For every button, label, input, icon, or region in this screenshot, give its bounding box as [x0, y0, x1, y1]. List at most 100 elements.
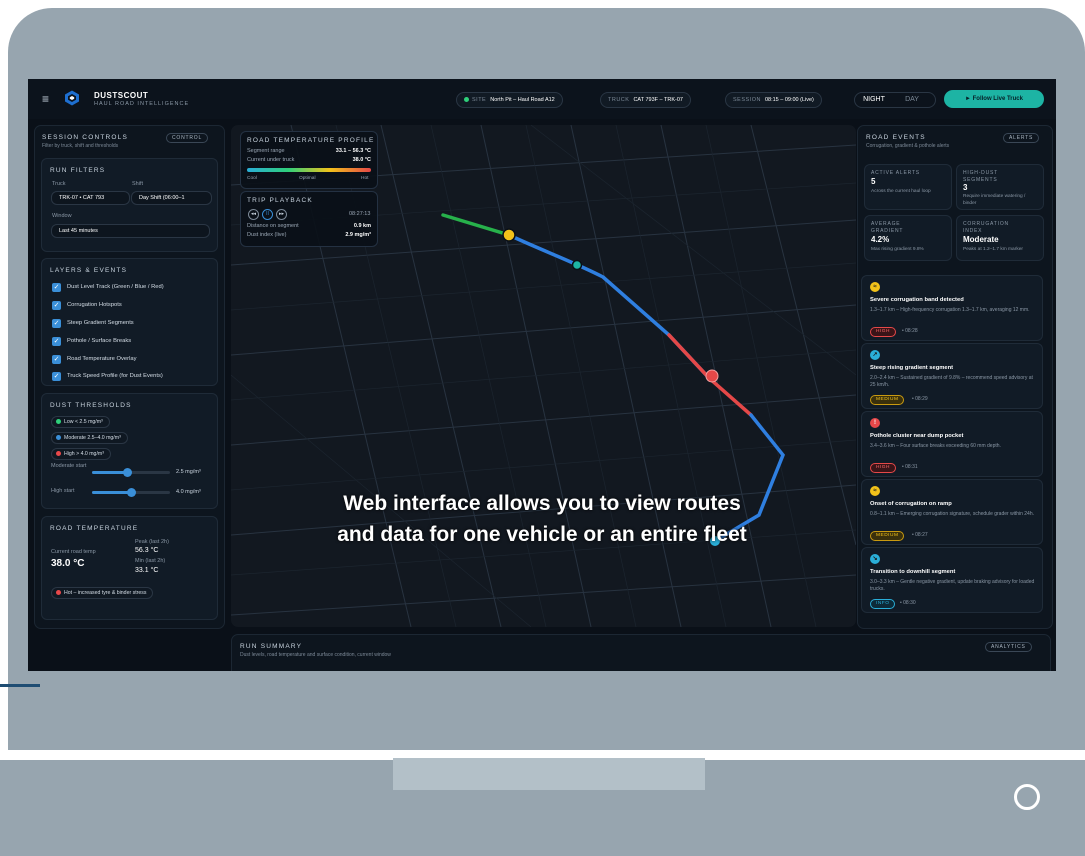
event-time: • 08:31 — [902, 464, 918, 470]
monitor-stand — [393, 758, 705, 790]
session-controls-panel: SESSION CONTROLS CONTROL Filter by truck… — [34, 125, 225, 629]
distance-label: Distance on segment — [247, 223, 299, 229]
dust-chip-high[interactable]: High > 4.0 mg/m³ — [51, 448, 111, 460]
event-title: Steep rising gradient segment — [870, 365, 954, 371]
desk-edge — [0, 684, 40, 687]
dust-chip-low-label: Low < 2.5 mg/m³ — [64, 419, 103, 425]
site-key: SITE — [472, 97, 487, 103]
layer-checkbox-temperature[interactable]: ✓ — [52, 355, 61, 364]
stat-average-gradient: AVERAGE GRADIENT 4.2% Max rising gradien… — [864, 215, 952, 261]
truck-pill[interactable]: TRUCK CAT 793F – TRK-07 — [600, 92, 691, 108]
app-screen: ≡ DUSTSCOUT HAUL ROAD INTELLIGENCE SITE N… — [28, 79, 1056, 671]
layer-label-dust: Dust Level Track (Green / Blue / Red) — [67, 284, 164, 290]
route-segment-green — [441, 213, 511, 237]
dustscout-logo-icon — [65, 90, 79, 106]
session-controls-title: SESSION CONTROLS — [42, 134, 129, 141]
severity-badge: MEDIUM — [870, 395, 905, 405]
truck-select[interactable]: TRK-07 • CAT 793 — [51, 191, 130, 205]
segment-range-label: Segment range — [247, 148, 285, 154]
playback-time: 08:27:13 — [349, 211, 371, 217]
stat-active-alerts-value: 5 — [871, 177, 876, 186]
layer-label-pothole: Pothole / Surface Breaks — [67, 338, 132, 344]
analytics-tag[interactable]: ANALYTICS — [985, 642, 1032, 652]
run-summary-panel: RUN SUMMARY ANALYTICS Dust levels, road … — [231, 634, 1051, 671]
stat-average-gradient-value: 4.2% — [871, 235, 890, 244]
site-pill[interactable]: SITE North Pit – Haul Road A12 — [456, 92, 563, 108]
event-time: • 08:30 — [900, 600, 916, 606]
dust-index-label: Dust index (live) — [247, 232, 287, 238]
dust-index-value: 2.9 mg/m³ — [345, 232, 371, 238]
caption-line-1: Web interface allows you to view routes — [343, 492, 741, 515]
caption-line-2: and data for one vehicle or an entire fl… — [337, 523, 747, 546]
current-under-truck-label: Current under truck — [247, 157, 295, 163]
event-card-rising-gradient[interactable]: ↗ Steep rising gradient segment 2.0–2.4 … — [861, 343, 1043, 409]
event-card-downhill-transition[interactable]: ↘ Transition to downhill segment 3.0–3.3… — [861, 547, 1043, 613]
app-name: DUSTSCOUT — [94, 91, 149, 100]
power-icon — [1014, 784, 1040, 810]
gradient-down-icon: ↘ — [870, 554, 880, 564]
severity-badge: HIGH — [870, 327, 896, 337]
live-truck-marker-icon[interactable] — [571, 259, 583, 271]
road-events-title: ROAD EVENTS — [866, 134, 926, 141]
window-select[interactable]: Last 45 minutes — [51, 224, 210, 238]
blue-dot-icon — [56, 435, 61, 441]
layers-card: LAYERS & EVENTS ✓ Dust Level Track (Green… — [41, 258, 218, 386]
layer-label-speed: Truck Speed Profile (for Dust Events) — [67, 373, 163, 379]
layer-checkbox-corrugation[interactable]: ✓ — [52, 301, 61, 310]
moderate-start-handle[interactable] — [123, 468, 132, 477]
pothole-marker-icon[interactable] — [705, 369, 719, 383]
event-card-pothole-cluster[interactable]: ! Pothole cluster near dump pocket 3.4–3… — [861, 411, 1043, 477]
stat-corrugation-index: CORRUGATION INDEX Moderate Peaks at 1.2–… — [956, 215, 1044, 261]
road-events-subtitle: Corrugation, gradient & pothole alerts — [866, 143, 950, 149]
trip-playback-overlay: TRIP PLAYBACK ◂◂ II ▸▸ 08:27:13 Distance… — [240, 191, 378, 247]
red-dot-icon — [56, 451, 61, 457]
shift-label: Shift — [132, 181, 144, 187]
layer-checkbox-gradient[interactable]: ✓ — [52, 319, 61, 328]
forward-button[interactable]: ▸▸ — [276, 209, 287, 220]
stat-corrugation-index-desc: Peaks at 1.2–1.7 km marker — [963, 247, 1023, 252]
current-under-truck-value: 38.0 °C — [352, 157, 371, 163]
layer-checkbox-dust[interactable]: ✓ — [52, 283, 61, 292]
route-segment-blue — [507, 233, 711, 380]
dust-chip-moderate-label: Moderate 2.5–4.0 mg/m³ — [64, 435, 121, 441]
current-temp-value: 38.0 °C — [51, 558, 85, 569]
pause-button[interactable]: II — [262, 209, 273, 220]
night-day-toggle[interactable]: NIGHT DAY — [854, 92, 936, 108]
session-value: 08:15 – 09:00 (Live) — [764, 97, 814, 103]
map-view[interactable]: ROAD TEMPERATURE PROFILE Segment range 3… — [231, 125, 856, 627]
temperature-profile-title: ROAD TEMPERATURE PROFILE — [247, 137, 375, 144]
rewind-button[interactable]: ◂◂ — [248, 209, 259, 220]
temperature-status-label: Hot – increased tyre & binder stress — [64, 590, 147, 596]
event-title: Pothole cluster near dump pocket — [870, 433, 964, 439]
event-title: Severe corrugation band detected — [870, 297, 964, 303]
layer-checkbox-speed[interactable]: ✓ — [52, 372, 61, 381]
corrugation-marker-icon[interactable] — [502, 228, 516, 242]
distance-value: 0.9 km — [353, 223, 371, 229]
severity-badge: HIGH — [870, 463, 896, 473]
event-time: • 08:28 — [902, 328, 918, 334]
shift-select[interactable]: Day Shift (06:00–1 — [131, 191, 212, 205]
moderate-start-value: 2.5 mg/m³ — [176, 469, 201, 475]
layer-checkbox-pothole[interactable]: ✓ — [52, 337, 61, 346]
segment-range-value: 33.1 – 56.3 °C — [335, 148, 371, 154]
moderate-start-fill — [92, 471, 127, 474]
dust-chip-low[interactable]: Low < 2.5 mg/m³ — [51, 416, 110, 428]
moderate-start-slider[interactable] — [92, 468, 170, 477]
run-summary-subtitle: Dust levels, road temperature and surfac… — [240, 652, 391, 658]
night-option[interactable]: NIGHT — [855, 93, 893, 107]
control-tag: CONTROL — [166, 133, 209, 143]
stat-high-dust-value: 3 — [963, 183, 968, 192]
day-option[interactable]: DAY — [893, 93, 931, 107]
session-pill[interactable]: SESSION 08:15 – 09:00 (Live) — [725, 92, 822, 108]
alerts-tag: ALERTS — [1003, 133, 1040, 143]
live-dot-icon — [464, 97, 469, 103]
temperature-profile-overlay: ROAD TEMPERATURE PROFILE Segment range 3… — [240, 131, 378, 189]
scale-hot: Hot — [361, 176, 369, 181]
scale-cool: Cool — [247, 176, 257, 181]
follow-live-truck-button[interactable]: ► Follow Live Truck — [944, 90, 1044, 108]
menu-icon[interactable]: ≡ — [42, 93, 49, 105]
dust-chip-moderate[interactable]: Moderate 2.5–4.0 mg/m³ — [51, 432, 128, 444]
truck-value: CAT 793F – TRK-07 — [633, 97, 683, 103]
event-card-severe-corrugation[interactable]: ≈ Severe corrugation band detected 1.3–1… — [861, 275, 1043, 341]
temperature-gradient-bar — [247, 168, 371, 172]
